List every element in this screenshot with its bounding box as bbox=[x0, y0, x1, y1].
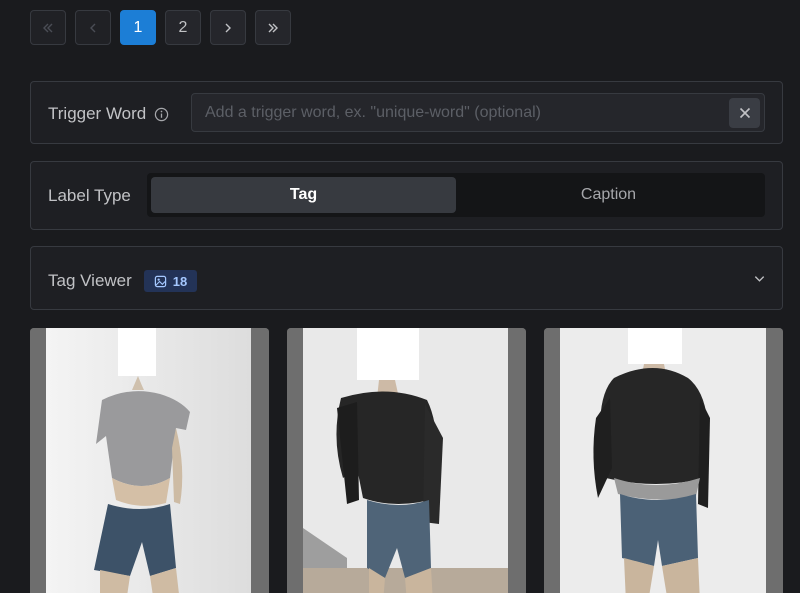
clear-trigger-button[interactable] bbox=[729, 98, 760, 128]
chevron-right-icon bbox=[225, 23, 231, 32]
chevron-down-icon[interactable] bbox=[753, 272, 766, 285]
mannequin-leather-jacket-back-image bbox=[544, 328, 783, 593]
page-button-2[interactable]: 2 bbox=[165, 10, 201, 45]
page-button-1[interactable]: 1 bbox=[120, 10, 156, 45]
label-type-section: Label Type Tag Caption bbox=[30, 161, 783, 230]
last-page-button[interactable] bbox=[255, 10, 291, 45]
page-number: 2 bbox=[178, 18, 188, 36]
trigger-word-label: Trigger Word bbox=[48, 104, 147, 123]
label-type-segmented-control: Tag Caption bbox=[147, 173, 765, 217]
training-image-2[interactable] bbox=[287, 328, 526, 593]
tag-viewer-section[interactable]: Tag Viewer 18 bbox=[30, 246, 783, 310]
close-icon bbox=[739, 107, 750, 119]
label-type-label: Label Type bbox=[48, 186, 131, 205]
chevrons-left-icon bbox=[43, 23, 53, 32]
pagination: 1 2 bbox=[30, 10, 291, 45]
info-icon[interactable] bbox=[154, 107, 169, 122]
tag-viewer-label: Tag Viewer bbox=[48, 271, 132, 290]
label-type-option-caption[interactable]: Caption bbox=[456, 177, 761, 213]
label-type-option-tag[interactable]: Tag bbox=[151, 177, 456, 213]
trigger-word-section: Trigger Word bbox=[30, 81, 783, 144]
training-image-1[interactable] bbox=[30, 328, 269, 593]
page-number: 1 bbox=[133, 18, 143, 36]
mannequin-grey-shirt-image bbox=[30, 328, 269, 593]
next-page-button[interactable] bbox=[210, 10, 246, 45]
trigger-word-label-group: Trigger Word bbox=[48, 104, 169, 124]
chevrons-right-icon bbox=[268, 23, 278, 32]
image-count: 18 bbox=[172, 273, 188, 289]
mannequin-leather-jacket-side-image bbox=[287, 328, 526, 593]
previous-page-button[interactable] bbox=[75, 10, 111, 45]
first-page-button[interactable] bbox=[30, 10, 66, 45]
training-image-3[interactable] bbox=[544, 328, 783, 593]
image-icon bbox=[154, 275, 167, 287]
chevron-left-icon bbox=[90, 23, 96, 32]
trigger-word-input[interactable] bbox=[191, 93, 765, 132]
image-count-badge: 18 bbox=[143, 270, 198, 292]
tag-viewer-header: Tag Viewer 18 bbox=[48, 270, 198, 292]
